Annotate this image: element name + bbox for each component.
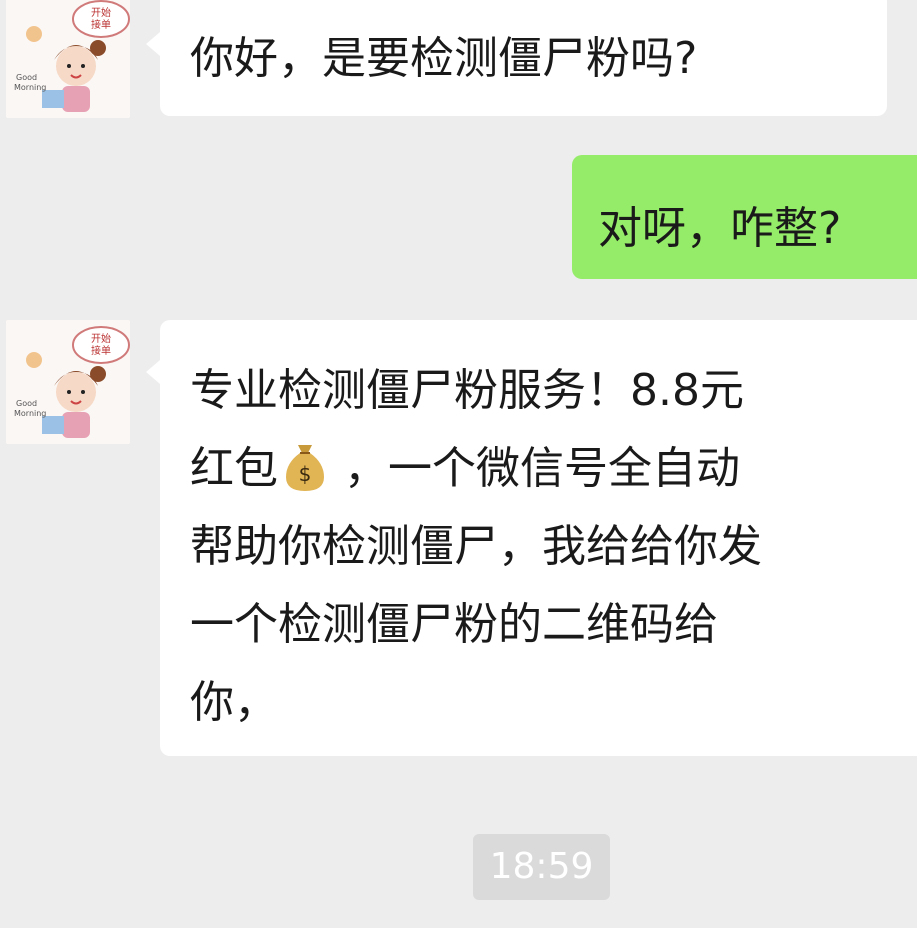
message-text-line: 你， [190,677,278,728]
timestamp-badge: 18:59 [473,834,610,900]
message-text-fragment: ，一个微信号全自动 [344,443,740,494]
chat-window: 开始 接单 Good Morning 你好，是要检测僵尸粉吗? 对呀，咋整? 开… [0,0,917,928]
svg-text:开始: 开始 [91,6,111,19]
message-text-line: 专业检测僵尸粉服务！8.8元 [190,365,744,416]
contact-avatar[interactable]: 开始 接单 Good Morning [6,0,130,118]
incoming-message-bubble[interactable]: 专业检测僵尸粉服务！8.8元 红包 $ ，一个微信号全自动 帮助你检测僵尸，我给给你… [146,320,917,756]
message-text: 对呀，咋整? [598,203,842,254]
incoming-message-bubble[interactable]: 你好，是要检测僵尸粉吗? [146,0,887,116]
message-text-fragment: 红包 [190,443,278,494]
svg-text:开始: 开始 [91,332,111,345]
cartoon-girl-icon: 开始 接单 Good Morning [6,320,130,444]
svg-text:Good: Good [16,73,37,82]
message-text-line: 红包 $ ，一个微信号全自动 [190,430,917,508]
svg-text:$: $ [299,462,312,486]
money-bag-icon: $ [282,441,328,493]
svg-text:Morning: Morning [14,83,46,92]
message-text: 你好，是要检测僵尸粉吗? [190,33,698,84]
svg-text:接单: 接单 [91,18,111,31]
message-text-line: 一个检测僵尸粉的二维码给 [190,599,718,650]
cartoon-girl-icon: 开始 接单 Good Morning [6,0,130,118]
svg-text:Morning: Morning [14,409,46,418]
contact-avatar[interactable]: 开始 接单 Good Morning [6,320,130,444]
svg-text:Good: Good [16,399,37,408]
message-text-line: 帮助你检测僵尸，我给给你发 [190,521,762,572]
outgoing-message-bubble[interactable]: 对呀，咋整? [572,155,917,279]
svg-text:接单: 接单 [91,344,111,357]
